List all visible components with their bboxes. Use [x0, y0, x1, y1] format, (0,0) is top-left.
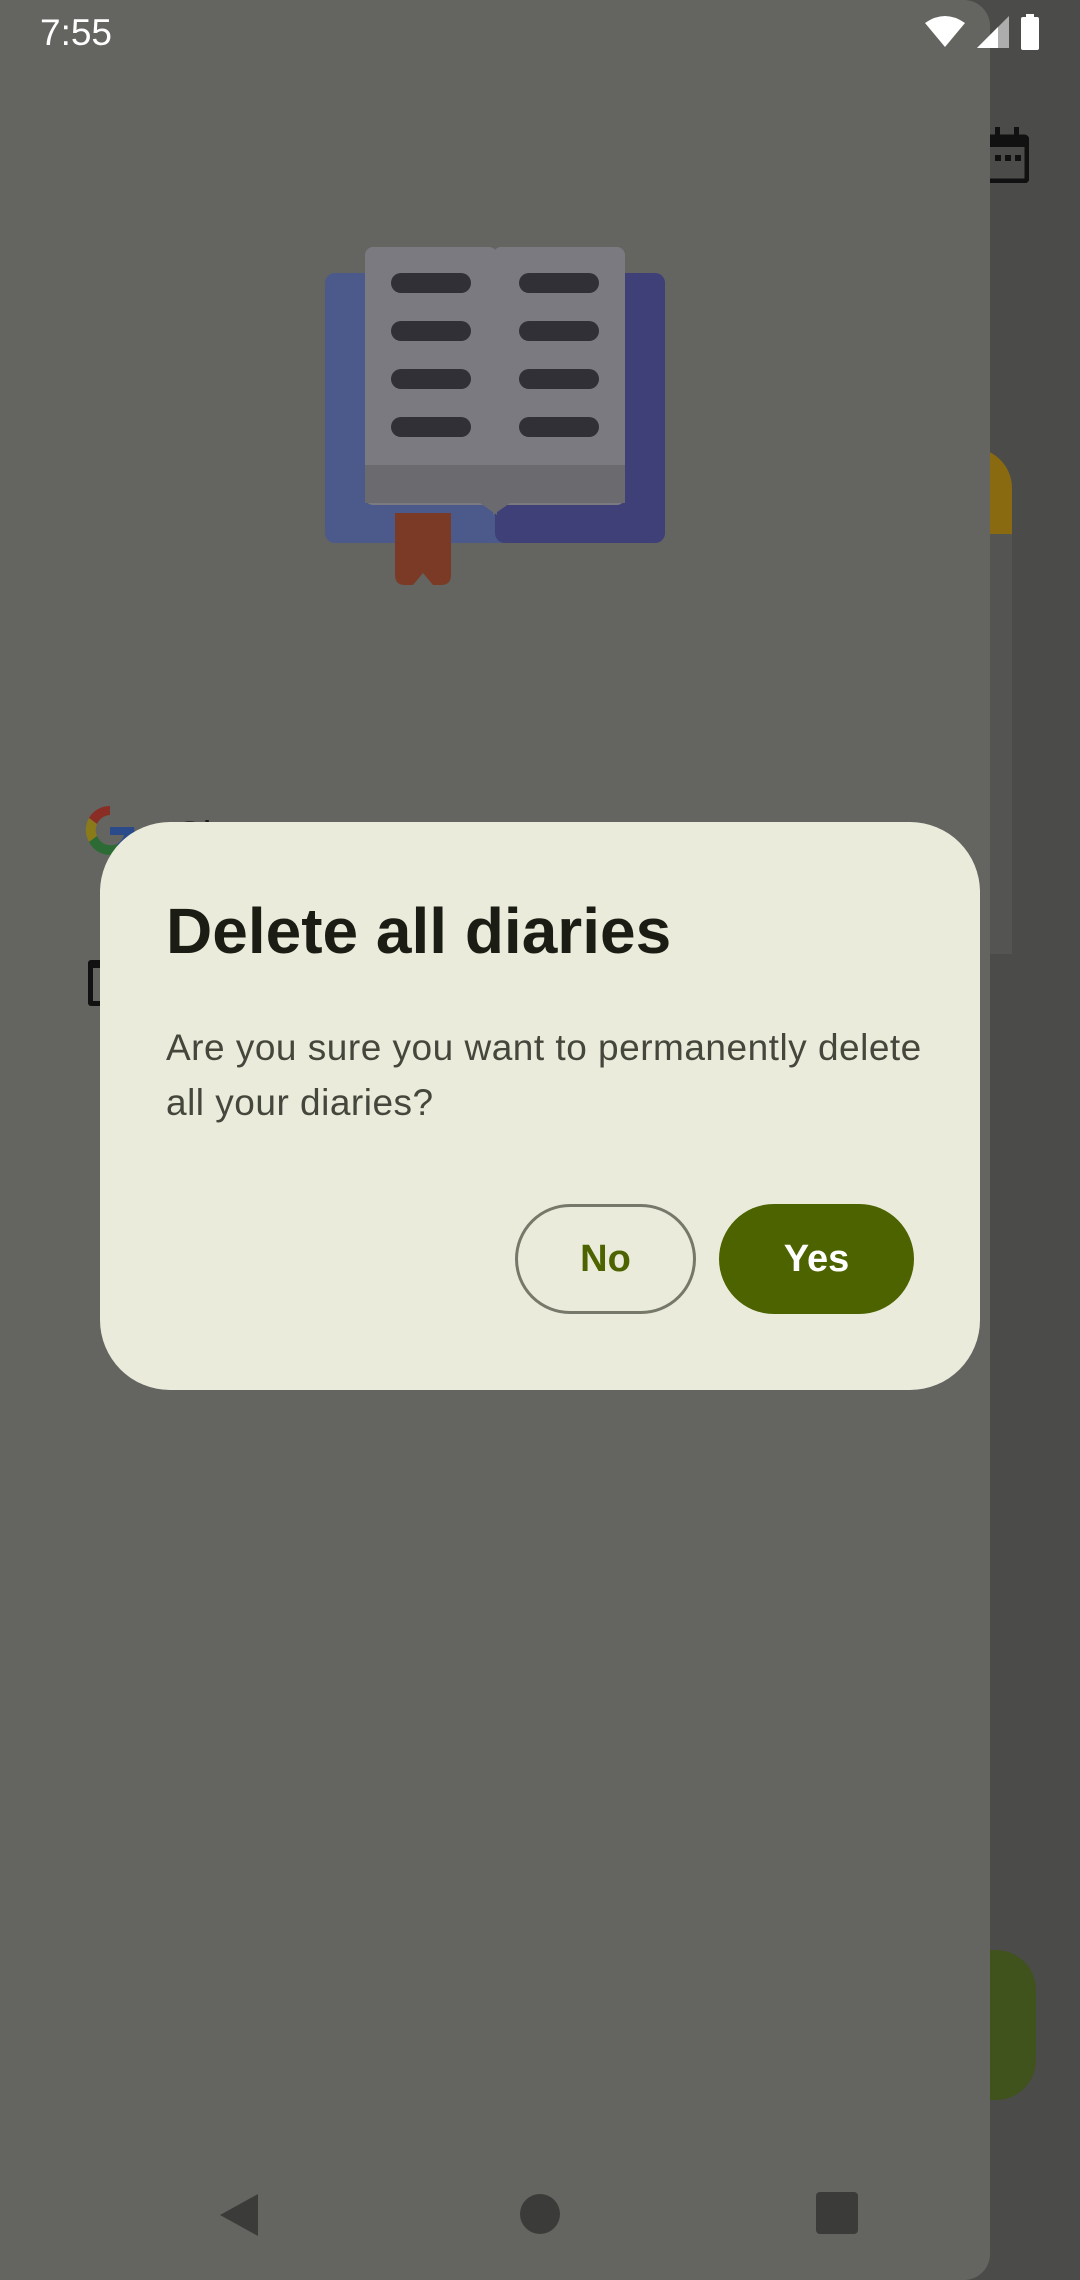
calendar-icon	[985, 127, 1029, 183]
yes-button[interactable]: Yes	[719, 1204, 914, 1314]
status-time: 7:55	[40, 12, 113, 53]
no-button[interactable]: No	[515, 1204, 696, 1314]
back-icon[interactable]	[218, 2192, 260, 2238]
battery-icon	[1021, 14, 1039, 50]
delete-confirmation-dialog: Delete all diaries Are you sure you want…	[100, 822, 980, 1390]
status-icons	[924, 14, 1040, 50]
wifi-icon	[925, 16, 965, 47]
home-icon[interactable]	[520, 2194, 560, 2234]
recents-icon[interactable]	[816, 2192, 858, 2234]
status-bar: 7:55	[0, 0, 1080, 66]
dialog-title: Delete all diaries	[166, 895, 672, 967]
system-navigation-bar	[0, 2160, 1080, 2280]
cell-signal-icon	[977, 16, 1009, 48]
diary-book-icon	[325, 247, 665, 585]
dialog-message: Are you sure you want to permanently del…	[166, 1027, 922, 1123]
